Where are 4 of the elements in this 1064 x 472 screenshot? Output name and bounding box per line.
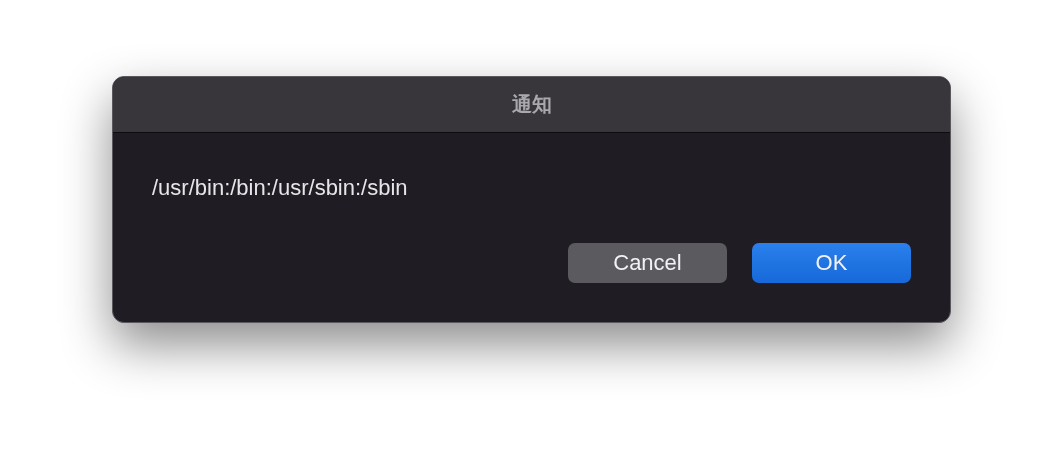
cancel-button[interactable]: Cancel	[568, 243, 727, 283]
ok-button[interactable]: OK	[752, 243, 911, 283]
dialog-title: 通知	[511, 92, 552, 117]
dialog-message: /usr/bin:/bin:/usr/sbin:/sbin	[152, 175, 408, 201]
